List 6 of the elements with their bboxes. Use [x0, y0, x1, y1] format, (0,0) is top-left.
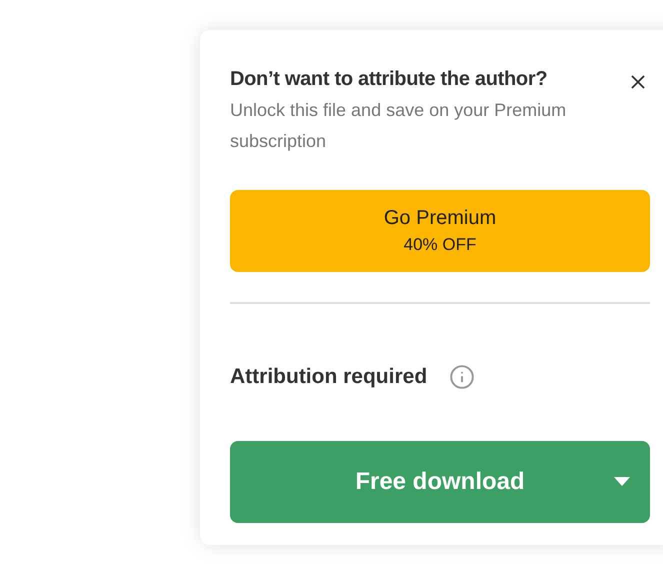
go-premium-button[interactable]: Go Premium 40% OFF — [230, 190, 650, 272]
promo-title: Don’t want to attribute the author? — [230, 67, 548, 92]
info-icon[interactable] — [449, 364, 476, 390]
promo-subtitle: Unlock this file and save on your Premium subscription — [230, 99, 568, 153]
caret-icon — [614, 476, 630, 486]
attribution-label: Attribution required — [230, 364, 428, 390]
